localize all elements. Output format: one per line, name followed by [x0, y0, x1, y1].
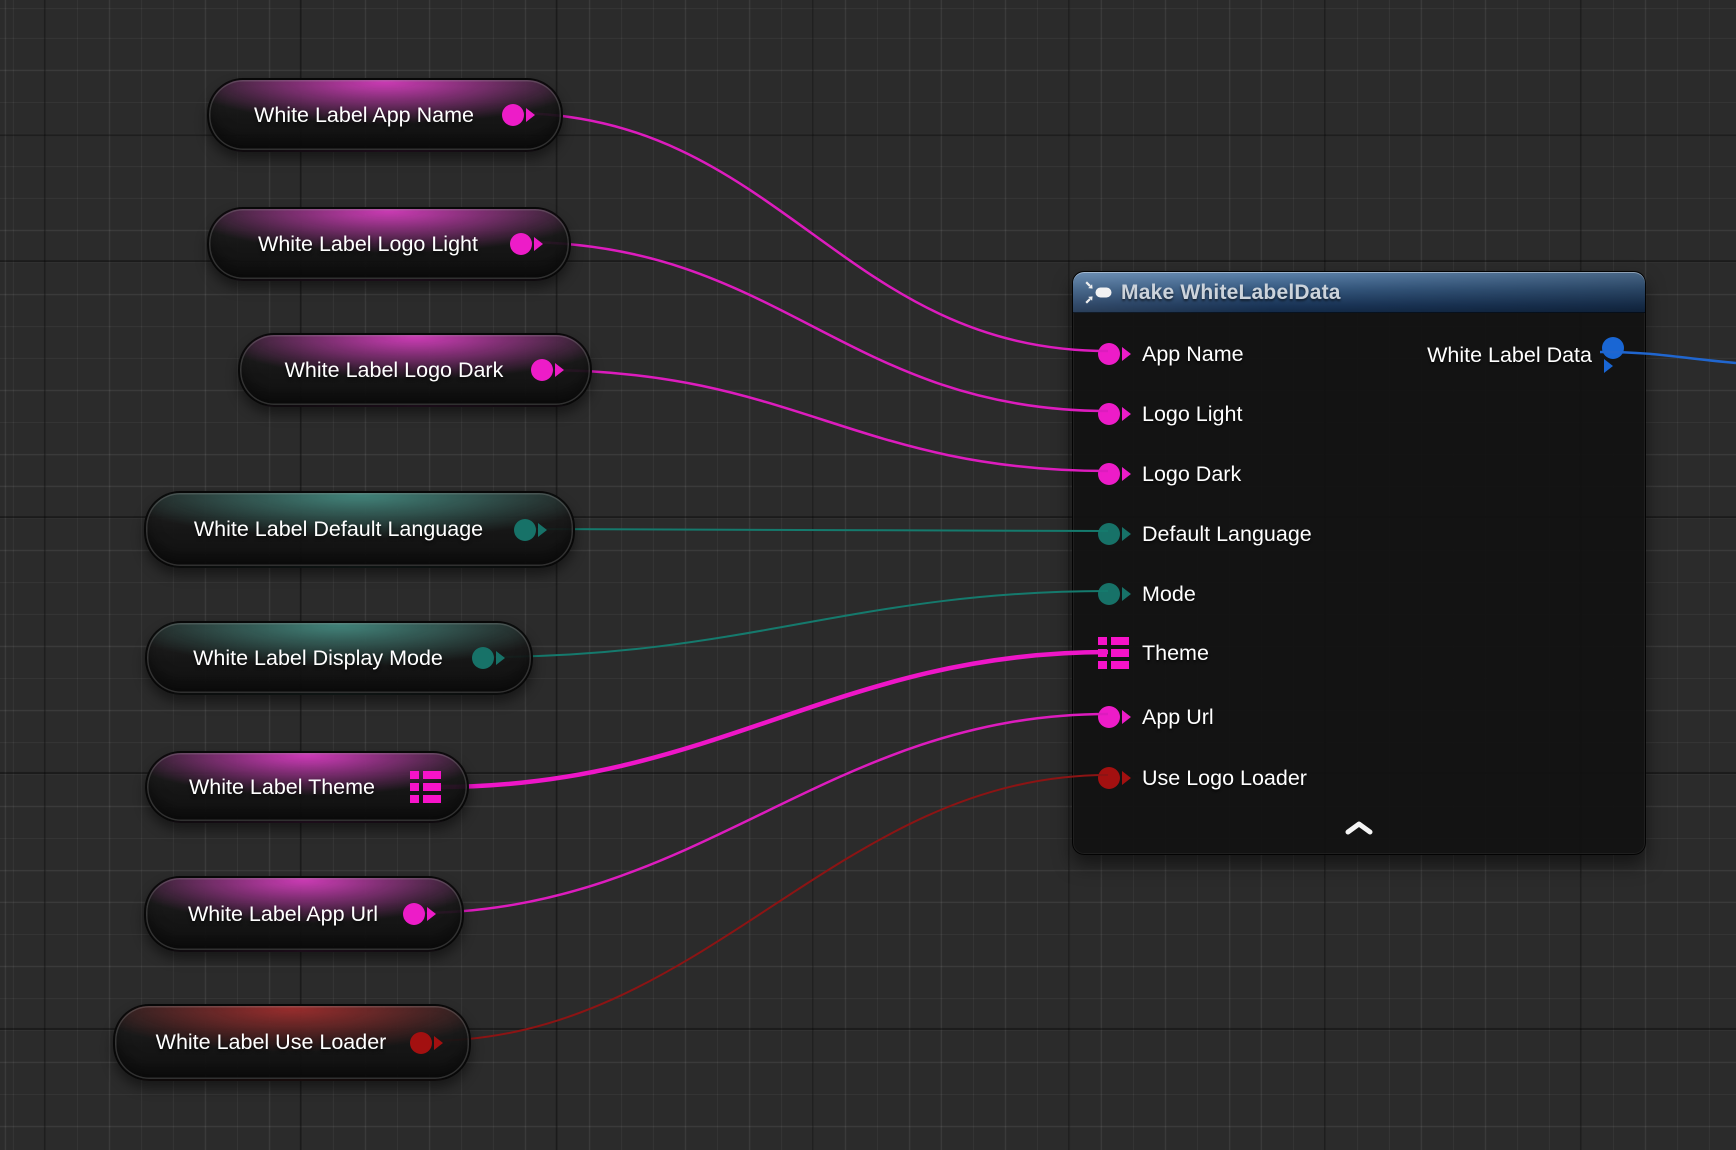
output-pin-label: White Label Data — [1427, 343, 1592, 368]
wire-app-url[interactable] — [415, 714, 1108, 913]
map-input-pin[interactable] — [1098, 637, 1132, 669]
input-row-app-url: App Url — [1098, 702, 1214, 732]
wire-logo-light[interactable] — [520, 242, 1108, 411]
string-output-pin[interactable] — [502, 104, 535, 126]
input-pin[interactable] — [1098, 523, 1132, 545]
collapse-node-button[interactable] — [1345, 821, 1373, 838]
wire-default-language[interactable] — [527, 529, 1108, 531]
map-output-pin[interactable] — [410, 771, 441, 803]
input-row-mode: Mode — [1098, 579, 1196, 609]
input-pin[interactable] — [1098, 583, 1132, 605]
wire-app-name[interactable] — [511, 113, 1108, 351]
node-title: Make WhiteLabelData — [1121, 281, 1341, 305]
input-row-app-name: App Name — [1098, 339, 1244, 369]
bool-input-pin[interactable] — [1098, 767, 1132, 789]
make-struct-icon — [1085, 281, 1112, 304]
node-header[interactable]: Make WhiteLabelData — [1073, 272, 1645, 313]
enum-output-pin[interactable] — [514, 519, 547, 541]
input-pin-label: Mode — [1142, 582, 1196, 607]
chevron-up-icon — [1345, 821, 1373, 835]
getter-node-white-label-display-mode[interactable]: White Label Display Mode — [145, 621, 533, 695]
input-row-default-language: Default Language — [1098, 519, 1312, 549]
getter-node-white-label-default-language[interactable]: White Label Default Language — [144, 491, 575, 568]
string-output-pin[interactable] — [403, 903, 436, 925]
output-row-white-label-data: White Label Data — [1427, 340, 1624, 370]
wire-theme[interactable] — [438, 652, 1108, 787]
input-row-theme: Theme — [1098, 638, 1209, 668]
input-pin[interactable] — [1098, 706, 1132, 728]
blueprint-graph-canvas[interactable]: White Label App Name White Label Logo Li… — [0, 0, 1736, 1150]
input-row-logo-light: Logo Light — [1098, 399, 1242, 429]
input-pin[interactable] — [1098, 343, 1132, 365]
wire-display-mode[interactable] — [485, 591, 1108, 657]
getter-node-white-label-app-url[interactable]: White Label App Url — [144, 876, 464, 952]
enum-output-pin[interactable] — [472, 647, 505, 669]
getter-node-white-label-theme[interactable]: White Label Theme — [145, 751, 469, 823]
getter-node-white-label-app-name[interactable]: White Label App Name — [207, 78, 563, 152]
make-whitelabeldata-node[interactable]: Make WhiteLabelData App Name Logo Light … — [1072, 271, 1646, 855]
bool-output-pin[interactable] — [410, 1032, 443, 1054]
input-pin-label: Logo Light — [1142, 402, 1242, 427]
wire-logo-dark[interactable] — [542, 370, 1108, 471]
input-pin[interactable] — [1098, 403, 1132, 425]
input-pin[interactable] — [1098, 463, 1132, 485]
input-pin-label: Use Logo Loader — [1142, 766, 1307, 791]
map-pin-icon — [1098, 637, 1129, 669]
string-output-pin[interactable] — [510, 233, 543, 255]
getter-node-white-label-logo-dark[interactable]: White Label Logo Dark — [238, 333, 592, 407]
getter-node-white-label-use-loader[interactable]: White Label Use Loader — [113, 1004, 471, 1081]
getter-node-white-label-logo-light[interactable]: White Label Logo Light — [207, 207, 571, 281]
input-pin-label: Logo Dark — [1142, 462, 1241, 487]
input-pin-label: Theme — [1142, 641, 1209, 666]
input-row-use-logo-loader: Use Logo Loader — [1098, 763, 1307, 793]
map-pin-icon — [410, 771, 441, 803]
input-pin-label: App Name — [1142, 342, 1244, 367]
getter-label: White Label Default Language — [146, 517, 573, 542]
struct-output-pin[interactable] — [1602, 337, 1624, 373]
string-output-pin[interactable] — [531, 359, 564, 381]
wire-use-loader[interactable] — [427, 775, 1108, 1041]
input-pin-label: Default Language — [1142, 522, 1312, 547]
input-row-logo-dark: Logo Dark — [1098, 459, 1241, 489]
input-pin-label: App Url — [1142, 705, 1214, 730]
